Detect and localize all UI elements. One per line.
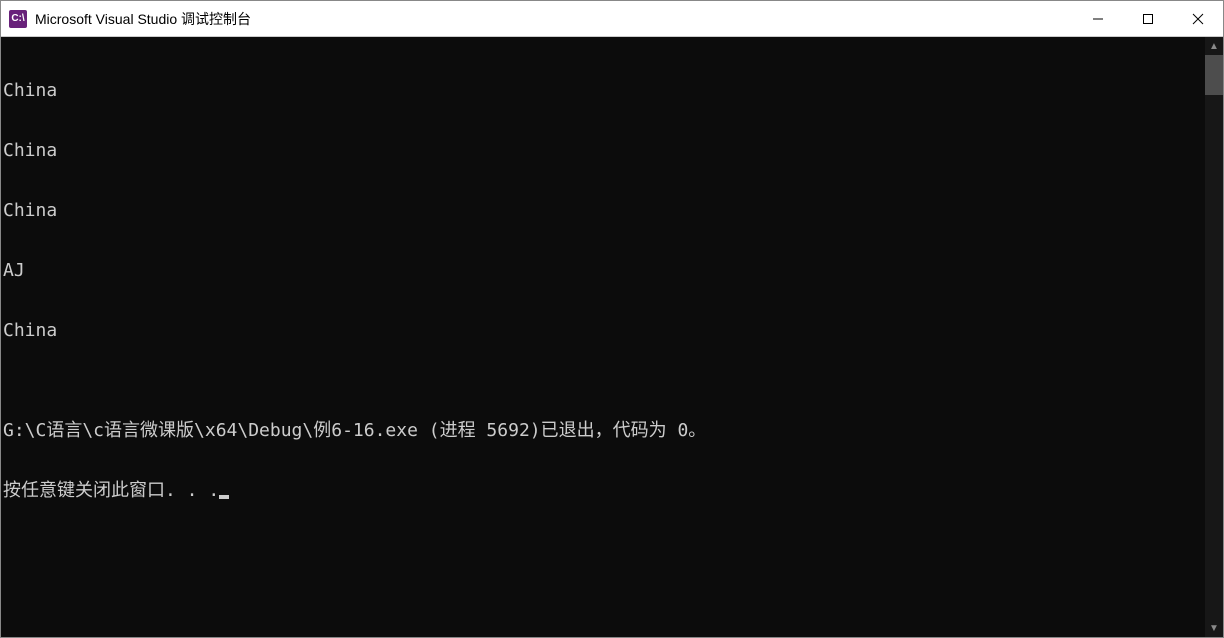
minimize-button[interactable] bbox=[1073, 1, 1123, 36]
maximize-button[interactable] bbox=[1123, 1, 1173, 36]
cursor bbox=[219, 495, 229, 499]
vertical-scrollbar[interactable]: ▲ ▼ bbox=[1205, 37, 1223, 637]
scroll-up-arrow-icon[interactable]: ▲ bbox=[1205, 37, 1223, 55]
window-title: Microsoft Visual Studio 调试控制台 bbox=[35, 9, 1073, 29]
console-line: China bbox=[3, 321, 1203, 341]
console-area: China China China AJ China G:\C语言\c语言微课版… bbox=[1, 37, 1223, 637]
console-line: China bbox=[3, 141, 1203, 161]
scroll-down-arrow-icon[interactable]: ▼ bbox=[1205, 619, 1223, 637]
console-line: G:\C语言\c语言微课版\x64\Debug\例6-16.exe (进程 56… bbox=[3, 421, 1203, 441]
scroll-thumb[interactable] bbox=[1205, 55, 1223, 95]
console-output[interactable]: China China China AJ China G:\C语言\c语言微课版… bbox=[1, 37, 1205, 637]
console-line: China bbox=[3, 201, 1203, 221]
console-prompt-text: 按任意键关闭此窗口. . . bbox=[3, 480, 219, 501]
console-prompt-line: 按任意键关闭此窗口. . . bbox=[3, 481, 1203, 501]
console-line: AJ bbox=[3, 261, 1203, 281]
console-line: China bbox=[3, 81, 1203, 101]
titlebar: C:\ Microsoft Visual Studio 调试控制台 bbox=[1, 1, 1223, 37]
window-controls bbox=[1073, 1, 1223, 36]
close-button[interactable] bbox=[1173, 1, 1223, 36]
app-icon: C:\ bbox=[9, 10, 27, 28]
